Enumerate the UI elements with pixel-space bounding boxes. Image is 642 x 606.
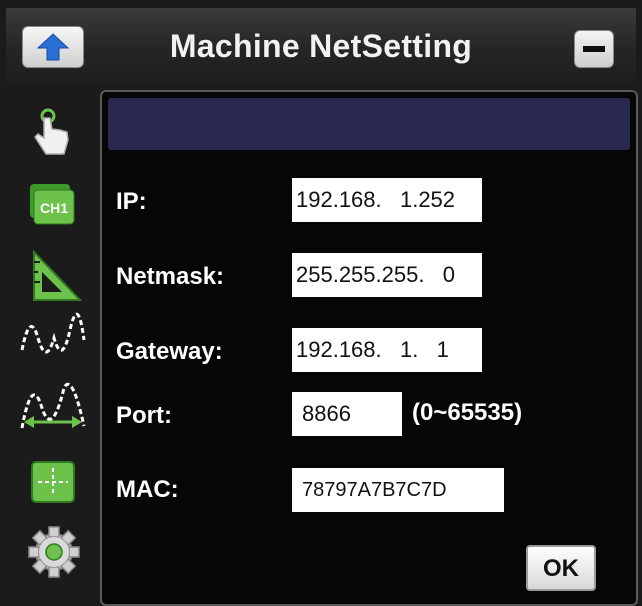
ip-label: IP:	[116, 188, 147, 215]
window-title: Machine NetSetting	[169, 28, 473, 64]
netsetting-window: Machine NetSetting CH1 IP: 192.168. 1.25…	[0, 0, 642, 606]
netmask-field[interactable]: 255.255.255. 0	[292, 253, 482, 297]
gateway-field[interactable]: 192.168. 1. 1	[292, 328, 482, 372]
touch-hand-icon[interactable]	[20, 104, 86, 160]
minimize-button[interactable]	[574, 30, 614, 68]
ip-field[interactable]: 192.168. 1.252	[292, 178, 482, 222]
waveform-measure-icon[interactable]	[20, 378, 86, 434]
title-bar: Machine NetSetting	[6, 8, 636, 84]
waveform-icon[interactable]	[20, 310, 86, 366]
netmask-label: Netmask:	[116, 263, 225, 290]
port-label: Port:	[116, 402, 172, 429]
panel-header	[108, 98, 630, 150]
gear-icon[interactable]	[20, 524, 86, 580]
mac-label: MAC:	[116, 476, 179, 503]
side-toolbar: CH1	[10, 88, 96, 598]
cursor-crosshair-icon[interactable]	[20, 454, 86, 510]
channel-ch1-icon[interactable]: CH1	[20, 176, 86, 232]
ruler-triangle-icon[interactable]	[20, 248, 86, 304]
ch1-text: CH1	[40, 200, 68, 216]
mac-field[interactable]: 78797A7B7C7D	[292, 468, 504, 512]
minus-icon	[583, 46, 605, 52]
net-settings-panel: IP: 192.168. 1.252 Netmask: 255.255.255.…	[100, 90, 638, 606]
gateway-label: Gateway:	[116, 338, 223, 365]
port-range-hint: (0~65535)	[412, 399, 523, 426]
ok-button[interactable]: OK	[526, 545, 596, 591]
port-field[interactable]: 8866	[292, 392, 402, 436]
